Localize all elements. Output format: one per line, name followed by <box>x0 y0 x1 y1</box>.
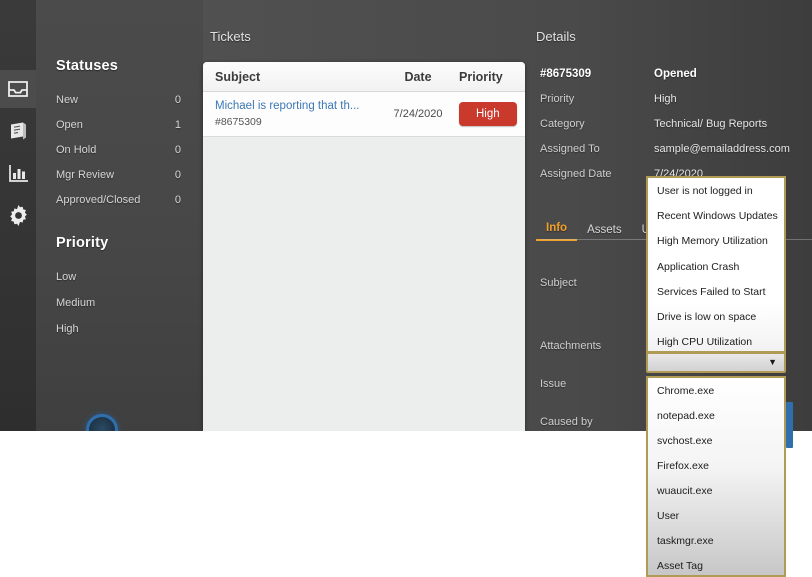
status-count: 0 <box>175 169 185 181</box>
detail-label-ticket-id: #8675309 <box>536 62 654 87</box>
status-count: 0 <box>175 194 185 206</box>
column-header-subject[interactable]: Subject <box>203 70 383 84</box>
form-label-subject: Subject <box>536 255 658 289</box>
dropdown-option[interactable]: Firefox.exe <box>648 453 784 478</box>
status-label: Approved/Closed <box>56 194 140 206</box>
detail-value-category: Technical/ Bug Reports <box>654 112 812 137</box>
ticket-priority-cell: High <box>453 102 525 126</box>
dropdown-option[interactable]: Services Failed to Start <box>648 279 784 304</box>
detail-label-category: Category <box>536 112 654 137</box>
priority-title: Priority <box>56 235 185 251</box>
dropdown-option[interactable]: Recent Windows Updates <box>648 203 784 228</box>
priority-item-low[interactable]: Low <box>56 265 185 291</box>
status-item-approved-closed[interactable]: Approved/Closed 0 <box>56 188 185 213</box>
status-item-new[interactable]: New 0 <box>56 88 185 113</box>
filters-sidebar: Statuses New 0 Open 1 On Hold 0 Mgr Revi… <box>36 0 203 431</box>
app-root: Statuses New 0 Open 1 On Hold 0 Mgr Revi… <box>0 0 812 577</box>
status-label: On Hold <box>56 144 96 156</box>
statuses-title: Statuses <box>56 58 185 74</box>
detail-label-assigned-date: Assigned Date <box>536 162 654 187</box>
detail-value-ticket-state: Opened <box>654 62 812 87</box>
tickets-table-header: Subject Date Priority <box>203 62 525 92</box>
priority-item-medium[interactable]: Medium <box>56 291 185 317</box>
chevron-down-icon: ▼ <box>768 358 784 367</box>
ticket-id: #8675309 <box>215 115 383 130</box>
priority-item-high[interactable]: High <box>56 317 185 343</box>
form-label-issue: Issue <box>536 378 658 390</box>
details-panel: #8675309 Opened Priority High Category T… <box>536 62 812 187</box>
detail-label-assigned-to: Assigned To <box>536 137 654 162</box>
form-label-caused-by: Caused by <box>536 416 658 428</box>
column-header-priority[interactable]: Priority <box>453 70 525 84</box>
dropdown-option[interactable]: Asset Tag <box>648 554 784 577</box>
inbox-icon[interactable] <box>0 70 36 108</box>
status-count: 0 <box>175 94 185 106</box>
issue-dropdown-list[interactable]: User is not logged in Recent Windows Upd… <box>646 176 786 353</box>
tickets-heading: Tickets <box>210 29 251 44</box>
caused-by-dropdown-list[interactable]: Chrome.exe notepad.exe svchost.exe Firef… <box>646 376 786 577</box>
status-label: Mgr Review <box>56 169 114 181</box>
form-label-attachments: Attachments <box>536 340 658 352</box>
details-heading: Details <box>536 29 576 44</box>
detail-value-priority: High <box>654 87 812 112</box>
table-row[interactable]: Michael is reporting that th... #8675309… <box>203 92 525 137</box>
status-count: 0 <box>175 144 185 156</box>
app-canvas: Statuses New 0 Open 1 On Hold 0 Mgr Revi… <box>0 0 812 431</box>
tickets-panel: Subject Date Priority Michael is reporti… <box>203 62 525 431</box>
dropdown-option[interactable]: User <box>648 503 784 528</box>
ticket-subject-cell: Michael is reporting that th... #8675309 <box>203 99 383 130</box>
dropdown-option[interactable]: Application Crash <box>648 254 784 279</box>
dropdown-option[interactable]: wuaucit.exe <box>648 478 784 503</box>
detail-label-priority: Priority <box>536 87 654 112</box>
icon-rail <box>0 0 36 431</box>
status-item-mgr-review[interactable]: Mgr Review 0 <box>56 163 185 188</box>
ticket-subject-link[interactable]: Michael is reporting that th... <box>215 99 373 114</box>
knowledge-book-icon[interactable] <box>0 112 36 150</box>
dropdown-scrollbar[interactable] <box>786 402 793 448</box>
status-label: New <box>56 94 78 106</box>
dropdown-option[interactable]: Chrome.exe <box>648 378 784 403</box>
dropdown-option[interactable]: Drive is low on space <box>648 304 784 329</box>
status-item-on-hold[interactable]: On Hold 0 <box>56 138 185 163</box>
dropdown-option[interactable]: High Memory Utilization <box>648 229 784 254</box>
reports-chart-icon[interactable] <box>0 154 36 192</box>
settings-gear-icon[interactable] <box>0 196 36 234</box>
dropdown-option[interactable]: taskmgr.exe <box>648 529 784 554</box>
status-item-open[interactable]: Open 1 <box>56 113 185 138</box>
status-badge[interactable]: High <box>459 102 517 126</box>
dropdown-option[interactable]: svchost.exe <box>648 428 784 453</box>
issue-select[interactable]: ▼ <box>646 352 786 373</box>
details-field-grid: #8675309 Opened Priority High Category T… <box>536 62 812 187</box>
status-count: 1 <box>175 119 185 131</box>
detail-value-assigned-to: sample@emailaddress.com <box>654 137 812 162</box>
status-label: Open <box>56 119 83 131</box>
dropdown-option[interactable]: notepad.exe <box>648 403 784 428</box>
column-header-date[interactable]: Date <box>383 70 453 84</box>
dropdown-option[interactable]: User is not logged in <box>648 178 784 203</box>
ticket-date: 7/24/2020 <box>383 108 453 120</box>
tickets-empty-area <box>203 137 525 431</box>
dropdown-option[interactable]: High CPU Utilization <box>648 330 784 355</box>
